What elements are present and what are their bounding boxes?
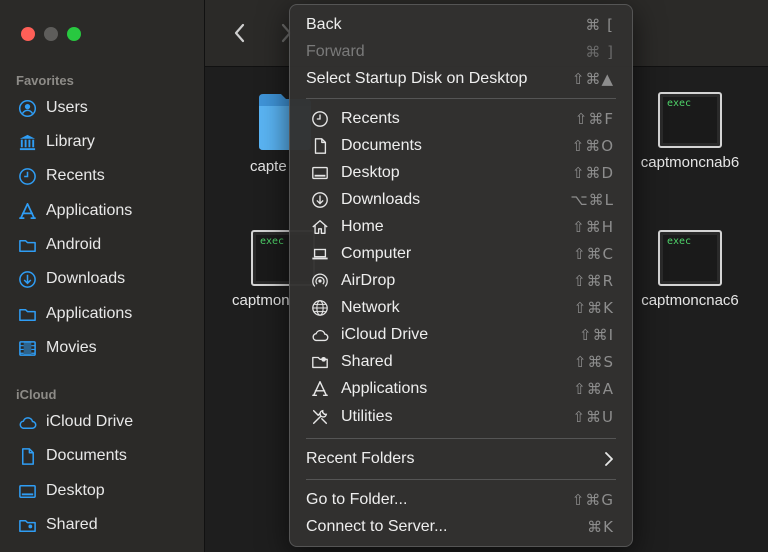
- exec-icon: exec: [658, 230, 722, 286]
- minimize-button[interactable]: [44, 27, 58, 41]
- folder-icon: [16, 234, 38, 256]
- file-name: captmoncnab6: [640, 154, 740, 171]
- sidebar-item-label: Applications: [46, 305, 133, 322]
- menu-item-back[interactable]: Back ⌘ [: [290, 12, 632, 38]
- globe-icon: [310, 298, 330, 318]
- clock-icon: [16, 165, 38, 187]
- chevron-right-icon: [605, 452, 613, 466]
- menu-item-network[interactable]: Network ⇧⌘K: [290, 295, 632, 321]
- sidebar-item-desktop[interactable]: Desktop: [16, 477, 105, 505]
- laptop-icon: [310, 244, 330, 264]
- go-menu: Back ⌘ [ Forward ⌘ ] Select Startup Disk o…: [289, 4, 633, 547]
- sidebar-item-label: Library: [46, 133, 95, 150]
- airdrop-icon: [310, 271, 330, 291]
- menu-item-documents[interactable]: Documents ⇧⌘O: [290, 133, 632, 159]
- sidebar-item-label: Documents: [46, 447, 127, 464]
- menu-item-downloads[interactable]: Downloads ⌥⌘L: [290, 187, 632, 213]
- menu-item-airdrop[interactable]: AirDrop ⇧⌘R: [290, 268, 632, 294]
- sidebar-item-label: iCloud Drive: [46, 413, 134, 430]
- menu-separator: [306, 479, 616, 480]
- menu-item-startup-disk[interactable]: Select Startup Disk on Desktop ⇧⌘▲: [290, 66, 632, 92]
- sidebar-item-label: Users: [46, 99, 88, 116]
- menu-item-recent-folders[interactable]: Recent Folders: [290, 446, 632, 472]
- sidebar-item-label: Applications: [46, 202, 133, 219]
- menu-item-recents[interactable]: Recents ⇧⌘F: [290, 106, 632, 132]
- menu-item-connect-to-server[interactable]: Connect to Server... ⌘K: [290, 514, 632, 540]
- sidebar-item-documents[interactable]: Documents: [16, 442, 127, 470]
- home-icon: [310, 217, 330, 237]
- menu-item-shared[interactable]: Shared ⇧⌘S: [290, 349, 632, 375]
- sidebar-item-label: Movies: [46, 339, 97, 356]
- download-icon: [310, 190, 330, 210]
- shared-folder-icon: [16, 514, 38, 536]
- sidebar-item-downloads[interactable]: Downloads: [16, 265, 125, 293]
- sidebar-item-library[interactable]: Library: [16, 128, 95, 156]
- document-icon: [310, 136, 330, 156]
- sidebar-item-movies[interactable]: Movies: [16, 334, 97, 362]
- icloud-heading: iCloud: [16, 387, 57, 402]
- menu-separator: [306, 438, 616, 439]
- sidebar-item-label: Desktop: [46, 482, 105, 499]
- sidebar: Favorites Users Library Recents Applicat…: [0, 0, 205, 552]
- applications-icon: [310, 379, 330, 399]
- close-button[interactable]: [21, 27, 35, 41]
- desktop-icon: [310, 163, 330, 183]
- exec-icon: exec: [658, 92, 722, 148]
- applications-icon: [16, 200, 38, 222]
- library-icon: [16, 131, 38, 153]
- sidebar-item-icloud-drive[interactable]: iCloud Drive: [16, 408, 133, 436]
- sidebar-item-label: Downloads: [46, 270, 126, 287]
- menu-item-icloud-drive[interactable]: iCloud Drive ⇧⌘I: [290, 322, 632, 348]
- favorites-heading: Favorites: [16, 73, 74, 88]
- file-item[interactable]: exec captmoncnab6: [635, 92, 745, 171]
- sidebar-item-label: Shared: [46, 516, 98, 533]
- sidebar-item-shared[interactable]: Shared: [16, 511, 98, 539]
- sidebar-item-label: Recents: [46, 167, 105, 184]
- sidebar-item-recents[interactable]: Recents: [16, 162, 105, 190]
- menu-item-home[interactable]: Home ⇧⌘H: [290, 214, 632, 240]
- menu-item-applications[interactable]: Applications ⇧⌘A: [290, 376, 632, 402]
- menu-item-computer[interactable]: Computer ⇧⌘C: [290, 241, 632, 267]
- document-icon: [16, 445, 38, 467]
- sidebar-item-android[interactable]: Android: [16, 231, 101, 259]
- sidebar-item-users[interactable]: Users: [16, 94, 88, 122]
- menu-item-go-to-folder[interactable]: Go to Folder... ⇧⌘G: [290, 487, 632, 513]
- menu-separator: [306, 98, 616, 99]
- sidebar-item-applications-folder[interactable]: Applications: [16, 300, 132, 328]
- clock-icon: [310, 109, 330, 129]
- zoom-button[interactable]: [67, 27, 81, 41]
- film-icon: [16, 337, 38, 359]
- menu-item-utilities[interactable]: Utilities ⇧⌘U: [290, 404, 632, 430]
- shared-folder-icon: [310, 352, 330, 372]
- cloud-icon: [310, 325, 330, 345]
- sidebar-item-applications[interactable]: Applications: [16, 197, 132, 225]
- desktop-icon: [16, 480, 38, 502]
- file-name: captmoncnac6: [641, 292, 739, 309]
- back-chevron-icon[interactable]: [229, 20, 251, 46]
- sidebar-item-label: Android: [46, 236, 102, 253]
- menu-item-desktop[interactable]: Desktop ⇧⌘D: [290, 160, 632, 186]
- window-controls: [21, 27, 81, 41]
- download-icon: [16, 268, 38, 290]
- folder-icon: [16, 303, 38, 325]
- menu-item-forward: Forward ⌘ ]: [306, 43, 614, 61]
- tools-icon: [310, 407, 330, 427]
- user-circle-icon: [16, 97, 38, 119]
- cloud-icon: [16, 411, 38, 433]
- file-item[interactable]: exec captmoncnac6: [635, 230, 745, 309]
